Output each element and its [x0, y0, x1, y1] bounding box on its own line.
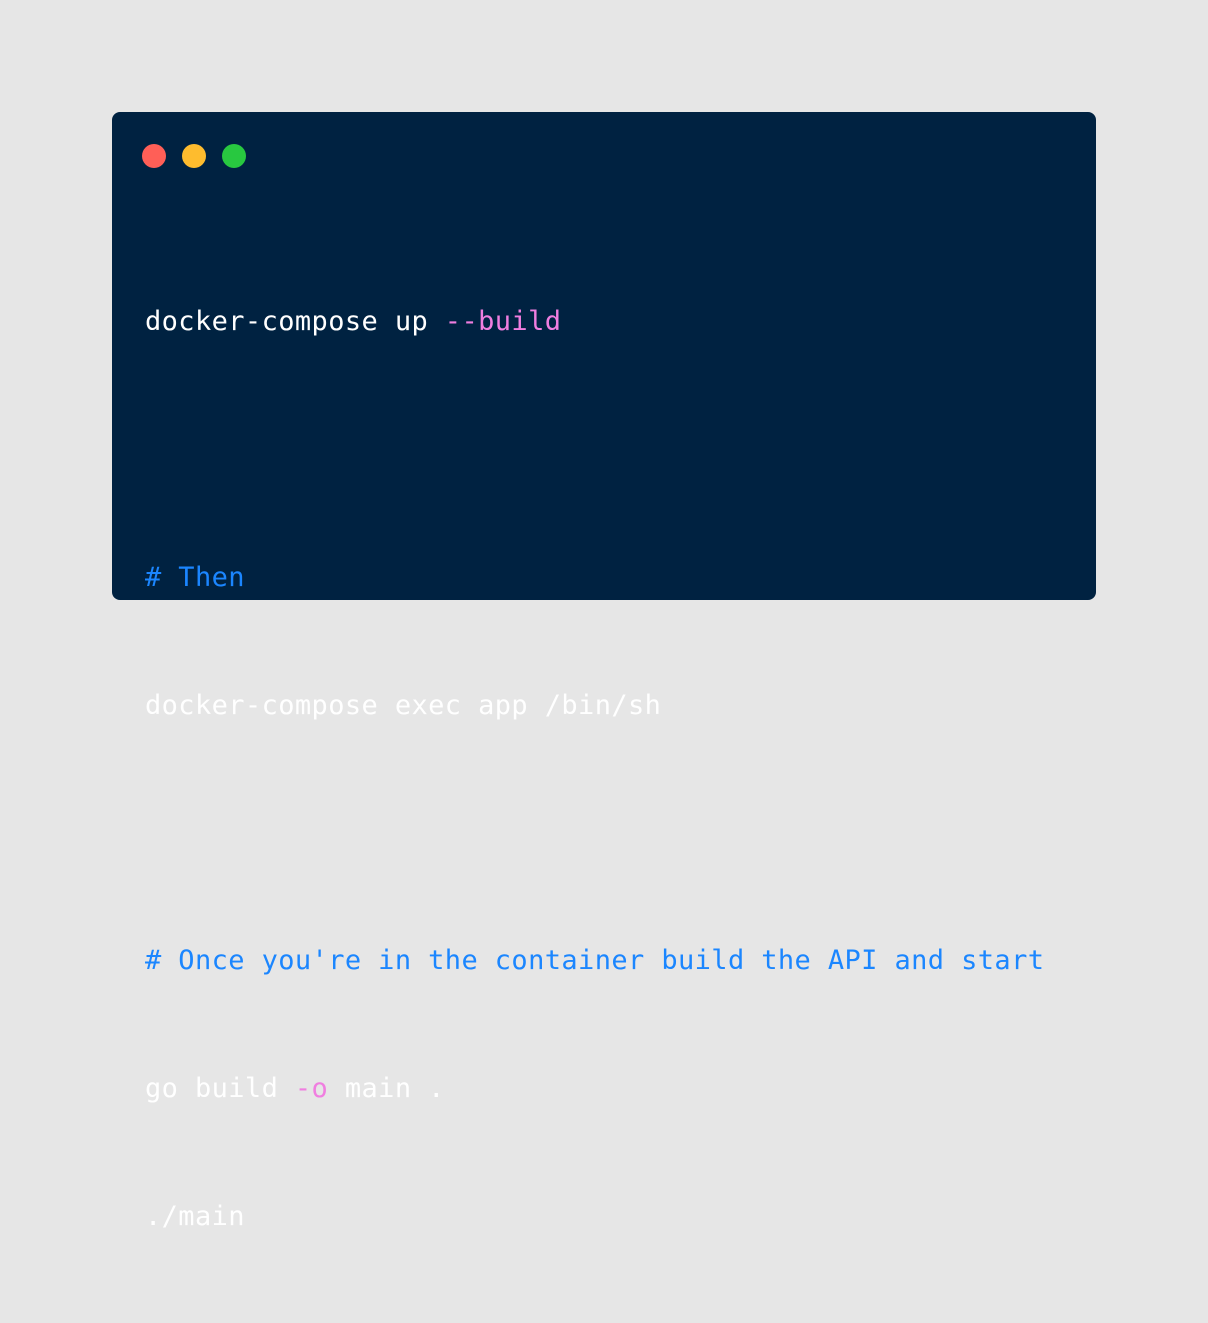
code-comment: # Then — [145, 561, 245, 593]
code-token: docker-compose up — [145, 306, 445, 338]
code-block: docker-compose up --build # Then docker-… — [145, 216, 1044, 1323]
maximize-dot-icon[interactable] — [222, 144, 246, 168]
code-comment: # Once you're in the container build the… — [145, 945, 1045, 977]
window-controls — [142, 144, 246, 168]
code-line-7: go build -o main . — [145, 1068, 1044, 1111]
minimize-dot-icon[interactable] — [182, 144, 206, 168]
code-token: go build — [145, 1072, 295, 1104]
code-line-8: ./main — [145, 1196, 1044, 1239]
code-token: main . — [328, 1072, 445, 1104]
code-window: docker-compose up --build # Then docker-… — [112, 112, 1096, 1232]
code-line-4: docker-compose exec app /bin/sh — [145, 685, 1044, 728]
code-line-6: # Once you're in the container build the… — [145, 940, 1044, 983]
code-line-1: docker-compose up --build — [145, 301, 1044, 344]
code-token-flag: -o — [294, 1072, 329, 1104]
code-token: ./main — [145, 1200, 245, 1232]
close-dot-icon[interactable] — [142, 144, 166, 168]
code-token-flag: --build — [444, 306, 562, 338]
code-token: docker-compose exec app /bin/sh — [145, 689, 662, 721]
code-line-3: # Then — [145, 557, 1044, 600]
